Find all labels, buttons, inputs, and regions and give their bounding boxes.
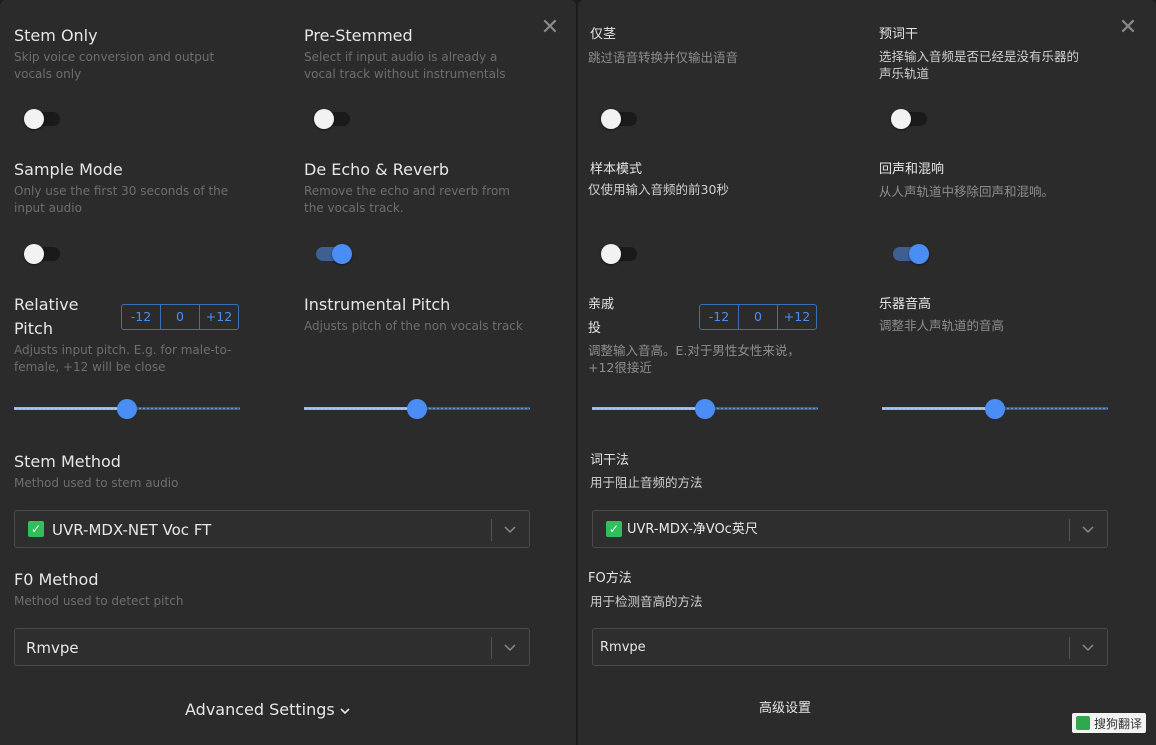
settings-panel-english: ✕ Stem Only Skip voice conversion and ou…: [0, 0, 576, 745]
relative-pitch-slider[interactable]: [592, 399, 818, 419]
toggle-knob: [601, 244, 621, 264]
relative-pitch-slider[interactable]: [14, 399, 240, 419]
pre-stemmed-title: 预词干: [879, 27, 919, 42]
translation-watermark: 搜狗翻译: [1072, 713, 1147, 733]
advanced-settings-button[interactable]: 高级设置: [759, 698, 811, 720]
check-icon: ✓: [28, 521, 44, 537]
instrumental-pitch-slider[interactable]: [882, 399, 1108, 419]
select-divider: [1069, 519, 1070, 541]
close-icon[interactable]: ✕: [1118, 17, 1138, 39]
relative-pitch-title-line2: Pitch: [14, 319, 53, 338]
stem-only-toggle[interactable]: [601, 109, 637, 129]
sample-mode-desc: Only use the first 30 seconds of the inp…: [14, 184, 229, 215]
stem-only-desc: 跳过语音转换并仅输出语音: [588, 50, 739, 65]
settings-panel-chinese: ✕ 仅茎 跳过语音转换并仅输出语音 预词干 选择输入音频是否已经是没有乐器的声乐…: [578, 0, 1156, 745]
stem-method-value: UVR-MDX-NET Voc FT: [52, 521, 212, 539]
relative-pitch-buttons: -12 0 +12: [699, 304, 817, 330]
pre-stemmed-desc: Select if input audio is already a vocal…: [304, 50, 506, 81]
pre-stemmed-desc: 选择输入音频是否已经是没有乐器的声乐轨道: [879, 49, 1080, 81]
pitch-zero-button[interactable]: 0: [161, 305, 200, 329]
check-icon: ✓: [606, 521, 622, 537]
instrumental-pitch-title: Instrumental Pitch: [304, 295, 451, 314]
de-echo-toggle[interactable]: [893, 244, 929, 264]
chevron-down-icon[interactable]: [1080, 519, 1096, 539]
advanced-settings-button[interactable]: Advanced Settings: [185, 699, 351, 721]
de-echo-desc: 从人声轨道中移除回声和混响。: [879, 184, 1055, 199]
chevron-down-icon[interactable]: [502, 637, 518, 657]
relative-pitch-title-line1: Relative: [14, 295, 79, 314]
f0-method-desc: 用于检测音高的方法: [590, 594, 703, 609]
de-echo-toggle[interactable]: [316, 244, 352, 264]
de-echo-desc: Remove the echo and reverb from the voca…: [304, 184, 510, 215]
de-echo-title: De Echo & Reverb: [304, 160, 450, 179]
slider-thumb[interactable]: [407, 399, 427, 419]
relative-pitch-title-line2: 投: [588, 321, 602, 336]
slider-thumb[interactable]: [117, 399, 137, 419]
stem-only-desc: Skip voice conversion and output vocals …: [14, 50, 215, 81]
toggle-knob: [909, 244, 929, 264]
stem-method-select[interactable]: ✓ UVR-MDX-NET Voc FT: [14, 510, 530, 548]
f0-method-select[interactable]: Rmvpe: [14, 628, 530, 666]
stem-method-value: UVR-MDX-净VOc英尺: [627, 522, 758, 537]
f0-method-title: FO方法: [588, 571, 632, 586]
relative-pitch-title-line1: 亲戚: [588, 297, 615, 312]
instrumental-pitch-title: 乐器音高: [879, 297, 932, 312]
pre-stemmed-toggle[interactable]: [314, 109, 350, 129]
relative-pitch-desc: Adjusts input pitch. E.g. for male-to-fe…: [14, 343, 232, 374]
toggle-knob: [24, 109, 44, 129]
de-echo-title: 回声和混响: [879, 162, 945, 177]
stem-method-title: 词干法: [590, 453, 630, 468]
pitch-zero-button[interactable]: 0: [739, 305, 778, 329]
f0-method-desc: Method used to detect pitch: [14, 594, 184, 608]
slider-thumb[interactable]: [985, 399, 1005, 419]
pre-stemmed-toggle[interactable]: [891, 109, 927, 129]
pre-stemmed-title: Pre-Stemmed: [304, 26, 413, 45]
stem-only-title: 仅茎: [590, 27, 617, 42]
toggle-knob: [332, 244, 352, 264]
instrumental-pitch-desc: 调整非人声轨道的音高: [879, 318, 1005, 333]
select-divider: [491, 519, 492, 541]
pitch-plus-12-button[interactable]: +12: [778, 305, 816, 329]
sogou-logo-icon: [1076, 716, 1090, 730]
f0-method-select[interactable]: Rmvpe: [592, 628, 1108, 666]
select-divider: [1069, 637, 1070, 659]
sample-mode-title: Sample Mode: [14, 160, 123, 179]
relative-pitch-buttons: -12 0 +12: [121, 304, 239, 330]
relative-pitch-desc: 调整输入音高。E.对于男性女性来说，+12很接近: [588, 343, 800, 375]
sample-mode-desc: 仅使用输入音频的前30秒: [588, 182, 729, 197]
slider-thumb[interactable]: [695, 399, 715, 419]
stem-method-desc: Method used to stem audio: [14, 476, 179, 490]
toggle-knob: [314, 109, 334, 129]
advanced-settings-label: Advanced Settings: [185, 700, 335, 719]
stem-method-select[interactable]: ✓ UVR-MDX-净VOc英尺: [592, 510, 1108, 548]
advanced-settings-label: 高级设置: [759, 701, 812, 716]
sample-mode-toggle[interactable]: [601, 244, 637, 264]
toggle-knob: [601, 109, 621, 129]
stem-method-title: Stem Method: [14, 452, 121, 471]
f0-method-value: Rmvpe: [26, 639, 79, 657]
stem-only-title: Stem Only: [14, 26, 98, 45]
pitch-minus-12-button[interactable]: -12: [700, 305, 739, 329]
pitch-minus-12-button[interactable]: -12: [122, 305, 161, 329]
instrumental-pitch-slider[interactable]: [304, 399, 530, 419]
sample-mode-title: 样本模式: [590, 162, 643, 177]
toggle-knob: [891, 109, 911, 129]
select-divider: [491, 637, 492, 659]
f0-method-value: Rmvpe: [600, 640, 646, 655]
chevron-down-icon[interactable]: [502, 519, 518, 539]
chevron-down-icon[interactable]: [1080, 637, 1096, 657]
toggle-knob: [24, 244, 44, 264]
f0-method-title: F0 Method: [14, 570, 99, 589]
stem-method-desc: 用于阻止音频的方法: [590, 475, 703, 490]
instrumental-pitch-desc: Adjusts pitch of the non vocals track: [304, 319, 523, 333]
close-icon[interactable]: ✕: [540, 17, 560, 39]
stem-only-toggle[interactable]: [24, 109, 60, 129]
pitch-plus-12-button[interactable]: +12: [200, 305, 238, 329]
chevron-down-icon: [340, 707, 350, 714]
sample-mode-toggle[interactable]: [24, 244, 60, 264]
watermark-text: 搜狗翻译: [1094, 716, 1143, 731]
